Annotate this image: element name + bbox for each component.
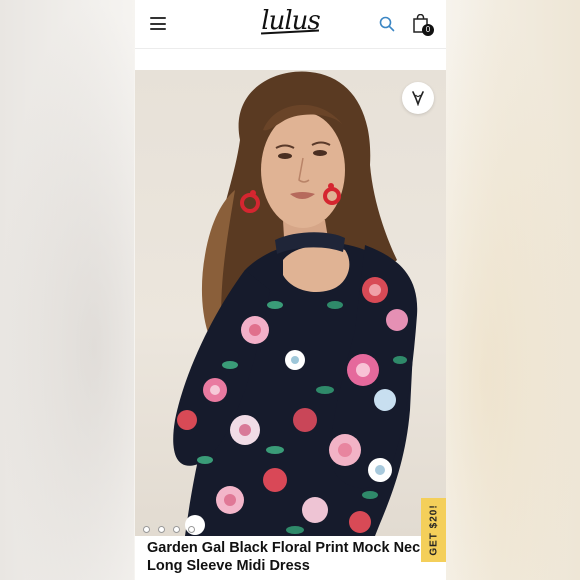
search-icon[interactable] [379,16,395,32]
carousel-dot[interactable] [158,526,165,533]
promo-label: GET $20! [428,504,439,556]
cart-count-badge: 0 [422,24,434,36]
background-blur-left [0,0,134,580]
product-title: Garden Gal Black Floral Print Mock Neck … [147,540,429,574]
model-photo [173,71,418,536]
promo-tab[interactable]: GET $20! [421,498,446,562]
carousel-dot[interactable] [173,526,180,533]
top-navigation-bar: lulus 0 [135,0,446,49]
heart-icon [412,91,424,106]
image-carousel-dots [143,520,203,536]
product-image[interactable] [135,70,446,536]
background-blur-right [446,0,580,580]
carousel-dot[interactable] [188,526,195,533]
favorite-button[interactable] [402,82,434,114]
mobile-page: lulus 0 Garden Gal Black Floral Print Mo… [135,0,446,580]
carousel-dot[interactable] [143,526,150,533]
